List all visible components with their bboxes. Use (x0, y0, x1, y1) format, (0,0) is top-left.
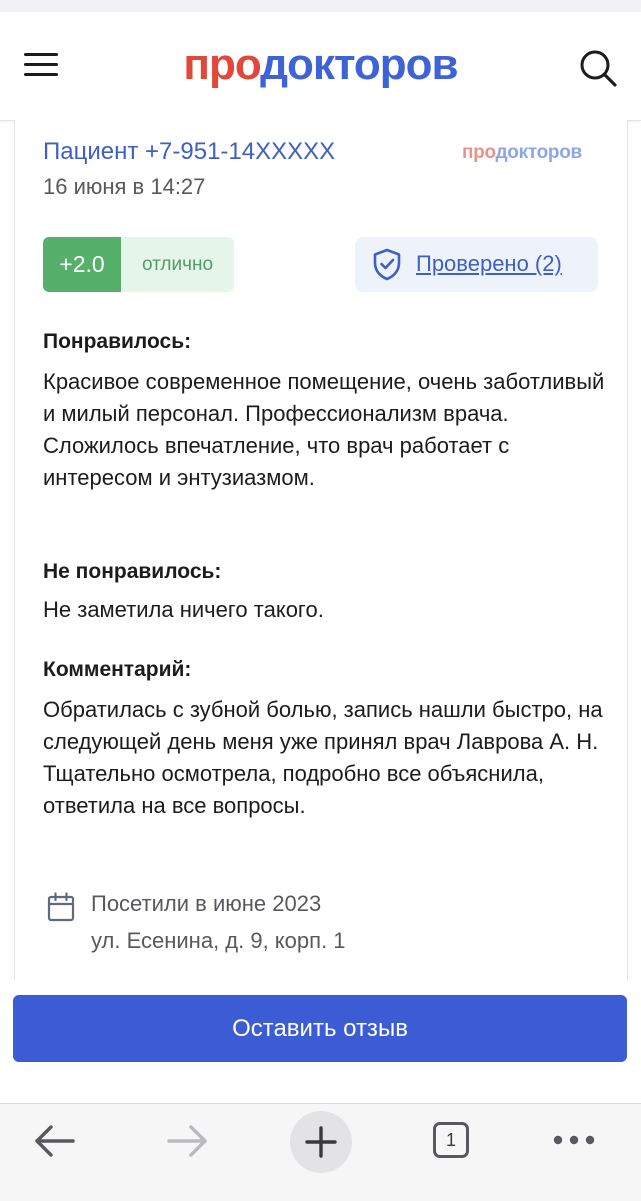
liked-text: Красивое современное помещение, очень за… (43, 369, 605, 490)
status-strip (0, 0, 641, 12)
mini-logo-part-pro: про (462, 142, 496, 163)
comment-text: Обратилась с зубной болью, запись нашли … (43, 697, 603, 818)
site-logo[interactable]: продокторов (0, 40, 641, 90)
rating-badge: +2.0 отлично (43, 237, 234, 292)
verified-badge[interactable]: Проверено (2) (355, 237, 598, 292)
clinic-address: ул. Есенина, д. 9, корп. 1 (91, 928, 346, 953)
mini-logo-part-doctors: докторов (495, 142, 583, 163)
verified-link[interactable]: Проверено (2) (416, 251, 562, 277)
liked-title: Понравилось: (43, 330, 192, 353)
back-arrow-icon[interactable] (34, 1123, 76, 1159)
logo-part-doctors: докторов (260, 40, 458, 89)
visit-date: Посетили в июне 2023 (91, 891, 322, 916)
new-tab-button[interactable] (290, 1111, 352, 1173)
comment-title: Комментарий: (43, 658, 192, 681)
more-icon[interactable] (552, 1130, 596, 1150)
brand-mini-logo: продокторов (462, 142, 582, 164)
plus-icon (305, 1126, 337, 1158)
logo-part-pro: про (183, 40, 261, 89)
review-date: 16 июня в 14:27 (43, 174, 206, 199)
rating-label: отлично (141, 254, 214, 275)
rating-value: +2.0 (43, 237, 121, 292)
search-icon[interactable] (578, 48, 618, 88)
forward-arrow-icon[interactable] (166, 1123, 208, 1159)
disliked-title: Не понравилось: (43, 560, 222, 583)
leave-review-button[interactable]: Оставить отзыв (13, 995, 627, 1062)
disliked-text: Не заметила ничего такого. (43, 597, 324, 622)
review-author[interactable]: Пациент +7-951-14XXXXX (43, 138, 335, 166)
calendar-icon (47, 892, 75, 922)
shield-check-icon (373, 248, 401, 281)
tabs-icon[interactable]: 1 (433, 1122, 469, 1158)
site-header: продокторов (0, 12, 641, 121)
